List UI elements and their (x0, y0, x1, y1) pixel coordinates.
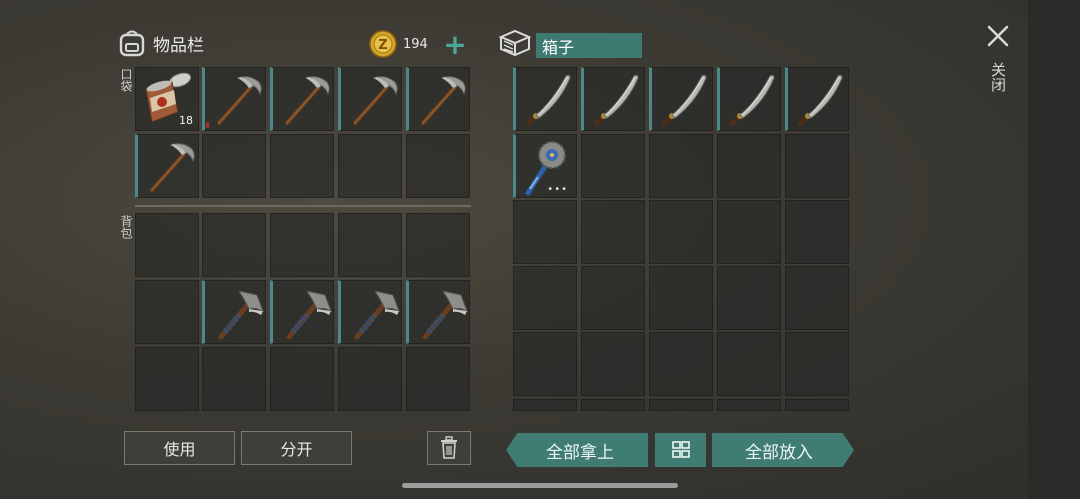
box-slot-7[interactable] (581, 134, 645, 198)
more-indicator: ••• (547, 184, 568, 195)
backpack-slot-5[interactable] (406, 213, 470, 277)
box-slot-16[interactable] (513, 266, 577, 330)
right-sidebar (1028, 0, 1080, 499)
inventory-header: 物品栏 (117, 28, 204, 58)
backpack-slot-2[interactable] (202, 213, 266, 277)
backpack-slot-13[interactable] (270, 347, 334, 411)
close-icon (987, 25, 1009, 47)
box-slot-23[interactable] (649, 332, 713, 396)
backpack-label: 背包 (119, 215, 133, 239)
box-slot-12[interactable] (581, 200, 645, 264)
backpack-slot-6[interactable] (135, 280, 199, 344)
box-slot-9[interactable] (717, 134, 781, 198)
hatchet-icon (341, 281, 405, 345)
crate-icon (497, 27, 533, 59)
box-slot-3[interactable] (649, 67, 713, 131)
box-slot-19[interactable] (717, 266, 781, 330)
currency-display: Z 194 (369, 30, 428, 58)
machete-icon (584, 68, 648, 132)
backpack-slot-9[interactable] (338, 280, 402, 344)
box-slot-10[interactable] (785, 134, 849, 198)
hatchet-icon (409, 281, 473, 345)
box-slot-25[interactable] (785, 332, 849, 396)
backpack-icon (117, 28, 147, 58)
hatchet-icon (273, 281, 337, 345)
sort-icon (671, 441, 690, 458)
split-button[interactable]: 分开 (241, 431, 352, 465)
pocket-slot-1[interactable]: 18 (135, 67, 199, 131)
box-title: 箱子 (536, 33, 642, 58)
backpack-slot-11[interactable] (135, 347, 199, 411)
backpack-slot-1[interactable] (135, 213, 199, 277)
backpack-slot-10[interactable] (406, 280, 470, 344)
pockets-label: 口袋 (119, 68, 133, 92)
pickaxe-icon (217, 74, 264, 125)
trash-button[interactable] (427, 431, 471, 465)
box-slot-24[interactable] (717, 332, 781, 396)
box-slot-18[interactable] (649, 266, 713, 330)
box-slot-17[interactable] (581, 266, 645, 330)
inventory-title: 物品栏 (153, 35, 204, 56)
pickaxe-icon (150, 141, 197, 192)
box-slot-21[interactable] (513, 332, 577, 396)
backpack-slot-4[interactable] (338, 213, 402, 277)
box-slot-13[interactable] (649, 200, 713, 264)
pocket-slot-10[interactable] (406, 134, 470, 198)
box-slot-30[interactable] (785, 399, 849, 411)
box-slot-22[interactable] (581, 332, 645, 396)
backpack-slot-3[interactable] (270, 213, 334, 277)
machete-icon (720, 68, 784, 132)
pocket-slot-2[interactable] (202, 67, 266, 131)
box-slot-26[interactable] (513, 399, 577, 411)
currency-amount: 194 (403, 36, 428, 52)
pickaxe-icon (285, 74, 332, 125)
box-slot-2[interactable] (581, 67, 645, 131)
box-slot-28[interactable] (649, 399, 713, 411)
close-label: 关闭 (989, 62, 1007, 92)
backpack-slot-8[interactable] (270, 280, 334, 344)
home-indicator[interactable] (402, 483, 678, 488)
hatchet-icon (205, 281, 269, 345)
take-all-button[interactable]: 全部拿上 (506, 433, 648, 467)
use-button[interactable]: 使用 (124, 431, 235, 465)
machete-icon (788, 68, 852, 132)
box-slot-29[interactable] (717, 399, 781, 411)
box-slot-15[interactable] (785, 200, 849, 264)
machete-icon (516, 68, 580, 132)
pocket-slot-4[interactable] (338, 67, 402, 131)
add-currency-button[interactable]: + (440, 28, 470, 61)
pocket-slot-9[interactable] (338, 134, 402, 198)
backpack-slot-7[interactable] (202, 280, 266, 344)
sort-button[interactable] (655, 433, 706, 467)
machete-icon (652, 68, 716, 132)
section-divider (135, 205, 471, 207)
box-slot-20[interactable] (785, 266, 849, 330)
item-count: 18 (179, 114, 193, 127)
trash-icon (441, 436, 457, 459)
pocket-slot-7[interactable] (202, 134, 266, 198)
pocket-slot-5[interactable] (406, 67, 470, 131)
put-all-button[interactable]: 全部放入 (712, 433, 854, 467)
pickaxe-icon (353, 74, 400, 125)
pocket-slot-3[interactable] (270, 67, 334, 131)
pocket-slot-8[interactable] (270, 134, 334, 198)
box-slot-27[interactable] (581, 399, 645, 411)
backpack-slot-15[interactable] (406, 347, 470, 411)
box-slot-11[interactable] (513, 200, 577, 264)
coin-icon: Z (369, 30, 397, 58)
svg-text:Z: Z (378, 38, 387, 53)
box-slot-1[interactable] (513, 67, 577, 131)
box-slot-5[interactable] (785, 67, 849, 131)
box-slot-8[interactable] (649, 134, 713, 198)
backpack-slot-14[interactable] (338, 347, 402, 411)
pickaxe-icon (421, 74, 468, 125)
box-slot-4[interactable] (717, 67, 781, 131)
durability-indicator (206, 122, 209, 128)
pocket-slot-6[interactable] (135, 134, 199, 198)
box-slot-6[interactable]: ••• (513, 134, 577, 198)
close-button[interactable] (986, 24, 1010, 52)
box-slot-14[interactable] (717, 200, 781, 264)
backpack-slot-12[interactable] (202, 347, 266, 411)
